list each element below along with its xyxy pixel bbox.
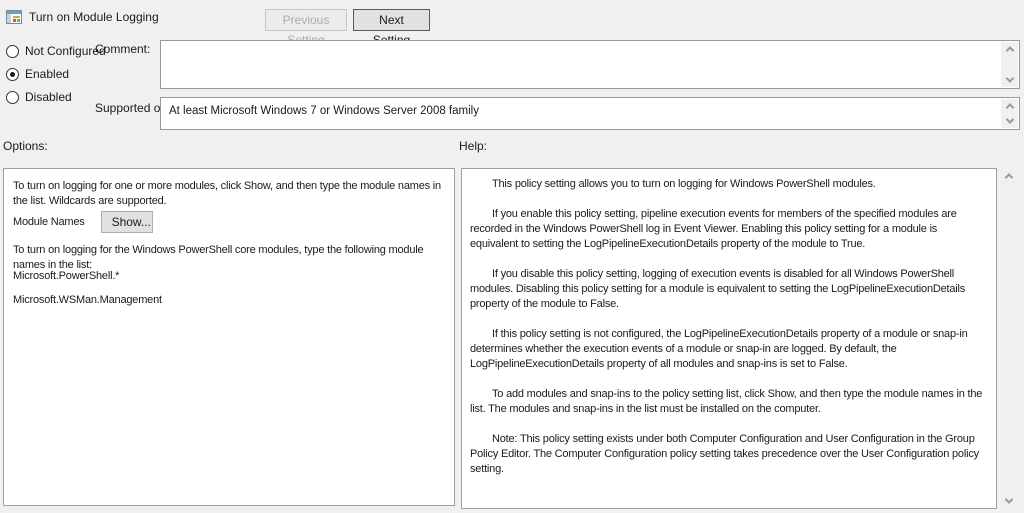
supported-scrollbar[interactable] <box>1001 99 1018 128</box>
next-setting-button[interactable]: Next Setting <box>353 9 430 31</box>
policy-setting-icon <box>6 9 22 25</box>
radio-enabled[interactable]: Enabled <box>6 67 69 81</box>
radio-label: Not Configured <box>25 44 106 58</box>
radio-not-configured[interactable]: Not Configured <box>6 44 106 58</box>
help-paragraph: Note: This policy setting exists under b… <box>470 432 988 477</box>
module-name-powershell: Microsoft.PowerShell.* <box>13 269 119 284</box>
options-panel: To turn on logging for one or more modul… <box>3 168 455 506</box>
scroll-down-icon[interactable] <box>1005 74 1013 82</box>
scroll-down-icon[interactable] <box>1005 115 1013 123</box>
radio-circle-icon[interactable] <box>6 68 19 81</box>
help-paragraph: To add modules and snap-ins to the polic… <box>470 387 988 417</box>
radio-circle-icon[interactable] <box>6 45 19 58</box>
help-paragraph: If you disable this policy setting, logg… <box>470 267 988 312</box>
help-paragraph: If this policy setting is not configured… <box>470 327 988 372</box>
scroll-up-icon[interactable] <box>1004 173 1012 181</box>
help-panel: This policy setting allows you to turn o… <box>461 168 997 509</box>
scroll-up-icon[interactable] <box>1005 103 1013 111</box>
previous-setting-button[interactable]: Previous Setting <box>265 9 347 31</box>
comment-scrollbar[interactable] <box>1001 42 1018 87</box>
supported-on-value: At least Microsoft Windows 7 or Windows … <box>169 105 997 117</box>
radio-label: Disabled <box>25 90 72 104</box>
radio-circle-icon[interactable] <box>6 91 19 104</box>
show-button[interactable]: Show... <box>101 211 153 233</box>
module-name-wsman: Microsoft.WSMan.Management <box>13 293 162 308</box>
supported-on-field: At least Microsoft Windows 7 or Windows … <box>160 97 1020 130</box>
options-label: Options: <box>3 139 48 153</box>
radio-disabled[interactable]: Disabled <box>6 90 72 104</box>
page-title: Turn on Module Logging <box>29 10 159 24</box>
options-intro-text: To turn on logging for one or more modul… <box>13 179 442 209</box>
module-names-row: Module Names Show... <box>13 211 153 233</box>
help-paragraph: If you enable this policy setting, pipel… <box>470 207 988 252</box>
comment-label: Comment: <box>95 42 150 56</box>
scroll-up-icon[interactable] <box>1005 46 1013 54</box>
module-names-label: Module Names <box>13 215 85 230</box>
help-text: This policy setting allows you to turn o… <box>470 177 988 492</box>
radio-label: Enabled <box>25 67 69 81</box>
help-paragraph: This policy setting allows you to turn o… <box>470 177 988 192</box>
help-scrollbar[interactable] <box>1000 169 1017 508</box>
help-label: Help: <box>459 139 487 153</box>
scroll-down-icon[interactable] <box>1004 495 1012 503</box>
dialog-header: Turn on Module Logging <box>6 9 159 25</box>
comment-input[interactable] <box>160 40 1020 89</box>
